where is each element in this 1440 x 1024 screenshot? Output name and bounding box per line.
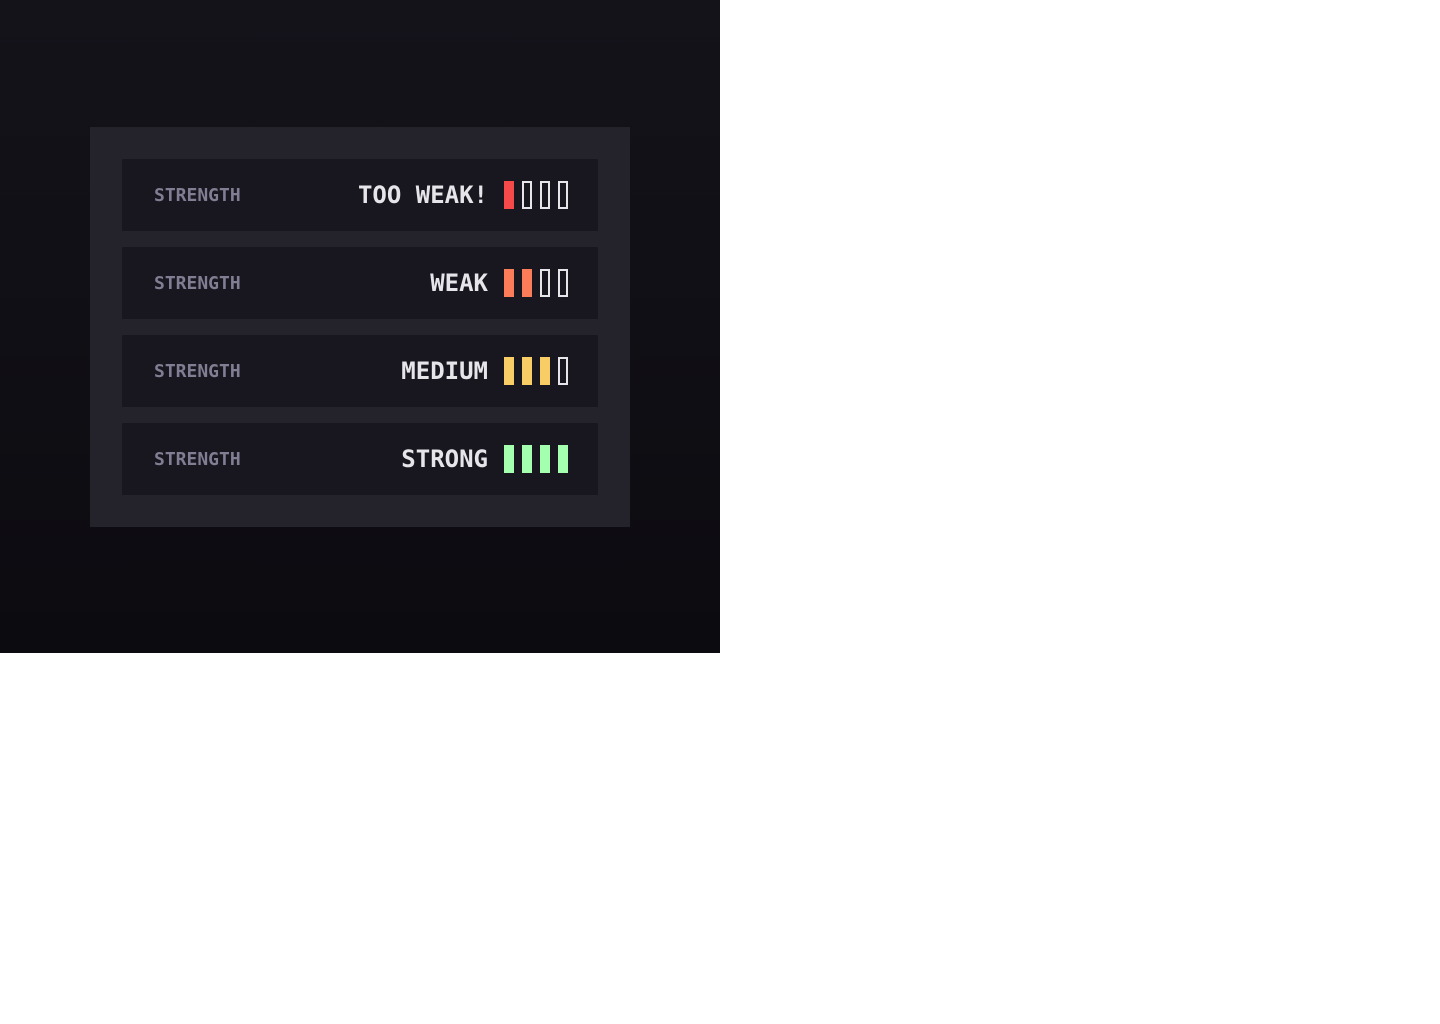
strength-indicator: WEAK bbox=[430, 269, 568, 297]
strength-bar-4 bbox=[558, 269, 568, 297]
strength-bar-4 bbox=[558, 181, 568, 209]
strength-meter bbox=[504, 181, 568, 209]
strength-row-too-weak: STRENGTH TOO WEAK! bbox=[122, 159, 598, 231]
strength-meter bbox=[504, 445, 568, 473]
strength-card: STRENGTH TOO WEAK! STRENGTH WEAK STRENGT… bbox=[90, 127, 630, 527]
strength-row-medium: STRENGTH MEDIUM bbox=[122, 335, 598, 407]
strength-bar-2 bbox=[522, 445, 532, 473]
strength-meter bbox=[504, 269, 568, 297]
strength-level-text: WEAK bbox=[430, 269, 488, 297]
strength-indicator: STRONG bbox=[401, 445, 568, 473]
strength-bar-2 bbox=[522, 181, 532, 209]
strength-level-text: MEDIUM bbox=[401, 357, 488, 385]
strength-row-strong: STRENGTH STRONG bbox=[122, 423, 598, 495]
strength-bar-1 bbox=[504, 445, 514, 473]
strength-bar-3 bbox=[540, 269, 550, 297]
strength-bar-2 bbox=[522, 269, 532, 297]
strength-bar-4 bbox=[558, 445, 568, 473]
strength-bar-3 bbox=[540, 357, 550, 385]
strength-bar-1 bbox=[504, 269, 514, 297]
strength-bar-3 bbox=[540, 181, 550, 209]
strength-bar-4 bbox=[558, 357, 568, 385]
strength-label: STRENGTH bbox=[154, 448, 241, 470]
strength-bar-2 bbox=[522, 357, 532, 385]
strength-indicator: TOO WEAK! bbox=[358, 181, 568, 209]
strength-bar-3 bbox=[540, 445, 550, 473]
strength-label: STRENGTH bbox=[154, 184, 241, 206]
strength-meter bbox=[504, 357, 568, 385]
strength-label: STRENGTH bbox=[154, 272, 241, 294]
strength-label: STRENGTH bbox=[154, 360, 241, 382]
strength-bar-1 bbox=[504, 181, 514, 209]
strength-level-text: TOO WEAK! bbox=[357, 181, 488, 209]
app-viewport: STRENGTH TOO WEAK! STRENGTH WEAK STRENGT… bbox=[0, 0, 720, 653]
strength-indicator: MEDIUM bbox=[401, 357, 568, 385]
strength-row-weak: STRENGTH WEAK bbox=[122, 247, 598, 319]
strength-level-text: STRONG bbox=[401, 445, 488, 473]
strength-bar-1 bbox=[504, 357, 514, 385]
